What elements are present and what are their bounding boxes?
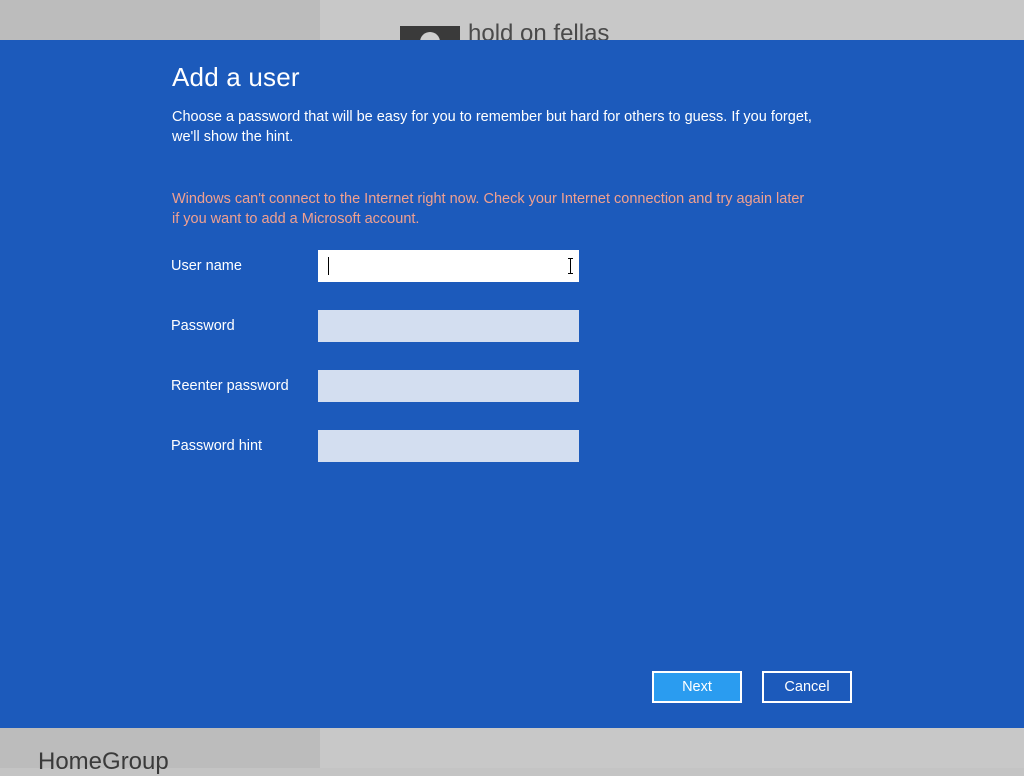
reenter-password-label: Reenter password	[171, 378, 289, 394]
dialog-description: Choose a password that will be easy for …	[172, 109, 812, 145]
user-name-label: User name	[171, 258, 242, 274]
dialog-title: Add a user	[172, 62, 300, 92]
connection-error-message: Windows can't connect to the Internet ri…	[172, 191, 805, 227]
reenter-password-input[interactable]	[318, 370, 579, 402]
next-button[interactable]: Next	[652, 671, 742, 703]
text-caret	[328, 257, 329, 275]
ibeam-cursor-icon	[567, 258, 575, 274]
sidebar-item-homegroup: HomeGroup	[38, 748, 169, 775]
user-name-input[interactable]	[318, 250, 579, 282]
password-input[interactable]	[318, 310, 579, 342]
password-hint-input[interactable]	[318, 430, 579, 462]
cancel-button[interactable]: Cancel	[762, 671, 852, 703]
password-label: Password	[171, 318, 235, 334]
password-hint-label: Password hint	[171, 438, 263, 454]
